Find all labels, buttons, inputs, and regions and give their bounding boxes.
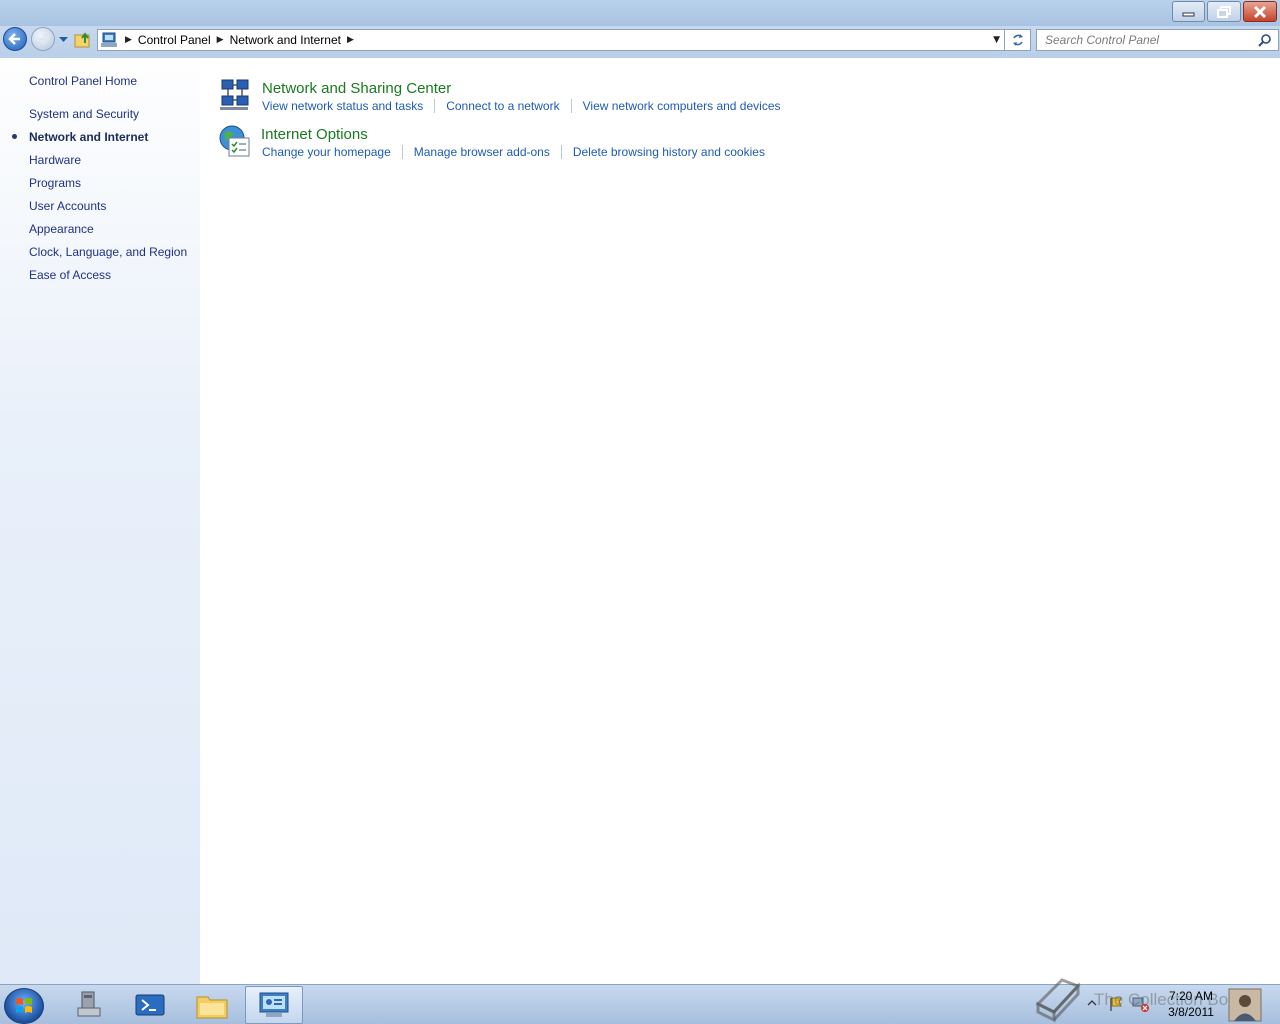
- search-input[interactable]: [1037, 30, 1247, 50]
- refresh-button[interactable]: [1005, 29, 1031, 51]
- refresh-icon: [1012, 34, 1023, 46]
- sidebar-item-appearance[interactable]: Appearance: [29, 222, 94, 236]
- left-navigation-pane: [0, 58, 200, 984]
- taskbar: The Collection Book 7:20 AM 3/8/2011: [0, 984, 1280, 1024]
- network-and-sharing-center-link[interactable]: Network and Sharing Center: [262, 80, 451, 97]
- internet-options-icon[interactable]: [218, 124, 252, 160]
- control-panel-icon: [259, 992, 289, 1017]
- close-button[interactable]: [1243, 1, 1277, 22]
- restore-icon: [1217, 5, 1231, 18]
- clock-date: 3/8/2011: [1168, 1005, 1214, 1019]
- breadcrumb-arrow-icon[interactable]: ▶: [217, 35, 224, 45]
- folder-up-icon: [74, 32, 90, 48]
- breadcrumb-network-and-internet[interactable]: Network and Internet: [230, 33, 341, 47]
- search-box[interactable]: [1036, 29, 1279, 51]
- control-panel-icon: [101, 32, 117, 47]
- title-bar: [0, 0, 1280, 26]
- breadcrumb-control-panel[interactable]: Control Panel: [138, 33, 211, 47]
- back-button[interactable]: [3, 27, 27, 51]
- forward-arrow-icon: [38, 33, 50, 45]
- internet-options-tasks: Change your homepage Manage browser add-…: [262, 145, 765, 159]
- book-watermark-icon: [1035, 978, 1081, 1023]
- sidebar-item-user-accounts[interactable]: User Accounts: [29, 199, 106, 213]
- control-panel-home-link[interactable]: Control Panel Home: [29, 74, 137, 88]
- sidebar-item-network-and-internet[interactable]: Network and Internet: [29, 130, 148, 144]
- restore-button[interactable]: [1207, 1, 1241, 22]
- view-network-status-link[interactable]: View network status and tasks: [262, 99, 423, 113]
- server-manager-taskbar-button[interactable]: [60, 986, 118, 1024]
- minimize-icon: [1182, 12, 1194, 16]
- address-dropdown-icon[interactable]: ▼: [993, 35, 1000, 45]
- up-button[interactable]: [74, 31, 92, 49]
- connect-to-network-link[interactable]: Connect to a network: [446, 99, 559, 113]
- sidebar-item-clock-language-region[interactable]: Clock, Language, and Region: [29, 245, 187, 259]
- address-bar[interactable]: ▶ Control Panel ▶ Network and Internet ▶…: [97, 29, 1005, 51]
- sidebar-item-hardware[interactable]: Hardware: [29, 153, 81, 167]
- search-icon[interactable]: [1258, 33, 1272, 47]
- windows-logo-icon: [16, 998, 32, 1013]
- close-icon: [1253, 5, 1267, 18]
- view-network-computers-link[interactable]: View network computers and devices: [583, 99, 781, 113]
- forward-button[interactable]: [31, 27, 55, 51]
- link-divider: [570, 99, 572, 113]
- link-divider: [401, 145, 403, 159]
- powershell-icon: [135, 994, 165, 1016]
- start-button[interactable]: [4, 988, 44, 1024]
- change-homepage-link[interactable]: Change your homepage: [262, 145, 391, 159]
- user-avatar-icon[interactable]: [1228, 988, 1262, 1022]
- link-divider: [560, 145, 562, 159]
- control-panel-taskbar-button[interactable]: [245, 986, 303, 1024]
- sidebar-item-system-and-security[interactable]: System and Security: [29, 107, 139, 121]
- manage-browser-addons-link[interactable]: Manage browser add-ons: [414, 145, 550, 159]
- folder-icon: [196, 996, 228, 1019]
- recent-pages-button[interactable]: [57, 33, 69, 47]
- delete-browsing-history-link[interactable]: Delete browsing history and cookies: [573, 145, 765, 159]
- back-arrow-icon: [8, 33, 20, 45]
- link-divider: [434, 99, 436, 113]
- network-sharing-tasks: View network status and tasks Connect to…: [262, 99, 781, 113]
- clock[interactable]: 7:20 AM 3/8/2011: [1160, 988, 1222, 1020]
- internet-options-link[interactable]: Internet Options: [261, 126, 368, 143]
- server-manager-icon: [77, 991, 101, 1017]
- sidebar-item-ease-of-access[interactable]: Ease of Access: [29, 268, 111, 282]
- breadcrumb-arrow-icon[interactable]: ▶: [125, 35, 132, 45]
- minimize-button[interactable]: [1172, 1, 1205, 22]
- explorer-taskbar-button[interactable]: [183, 986, 241, 1024]
- chevron-down-icon: [58, 37, 68, 42]
- sidebar-item-programs[interactable]: Programs: [29, 176, 81, 190]
- clock-time: 7:20 AM: [1168, 989, 1214, 1003]
- network-sharing-icon[interactable]: [218, 78, 252, 112]
- active-item-bullet: [12, 134, 17, 139]
- powershell-taskbar-button[interactable]: [121, 986, 179, 1024]
- breadcrumb-arrow-icon[interactable]: ▶: [347, 35, 354, 45]
